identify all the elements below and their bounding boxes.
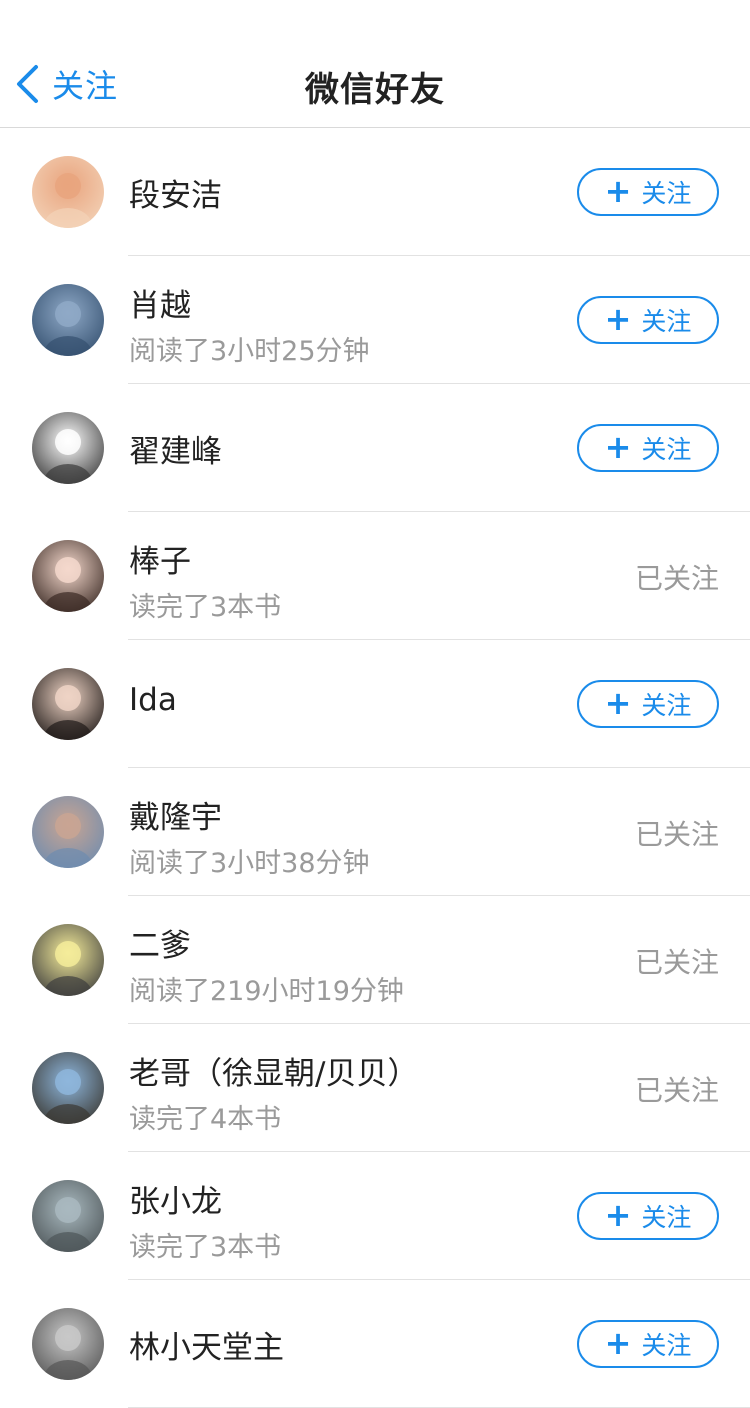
- nav-bar: 关注 微信好友: [0, 0, 750, 128]
- follow-button[interactable]: + 关注: [577, 680, 719, 728]
- follow-button-label: 关注: [641, 1331, 692, 1360]
- plus-icon: +: [604, 1195, 632, 1234]
- friend-name: 张小龙: [129, 1184, 222, 1220]
- follow-button[interactable]: + 关注: [577, 1320, 719, 1368]
- friend-row[interactable]: 棒子读完了3本书 已关注: [0, 512, 750, 640]
- avatar[interactable]: [32, 1180, 104, 1252]
- friend-row[interactable]: 肖越阅读了3小时25分钟 + 关注: [0, 256, 750, 384]
- avatar[interactable]: [32, 1052, 104, 1124]
- followed-status: 已关注: [634, 562, 719, 595]
- friend-row[interactable]: 张小龙读完了3本书 + 关注: [0, 1152, 750, 1280]
- friend-name: 棒子: [129, 544, 191, 580]
- friend-list: 段安洁 + 关注 肖越 阅读了3小时25分钟 + 关注 翟建峰 + 关注 棒子 读完了3本书 已关注 Id…: [0, 128, 750, 1408]
- plus-icon: +: [604, 1323, 632, 1362]
- friend-name: 二爹: [129, 928, 191, 964]
- friend-name: 肖越: [129, 288, 191, 324]
- friend-row[interactable]: 翟建峰 + 关注: [0, 384, 750, 512]
- friend-name: 翟建峰: [129, 434, 222, 470]
- friend-name: 老哥（徐显朝/贝贝）: [129, 1056, 419, 1092]
- friend-name: 段安洁: [129, 178, 222, 214]
- avatar[interactable]: [32, 156, 104, 228]
- follow-button[interactable]: + 关注: [577, 424, 719, 472]
- friend-row[interactable]: 老哥（徐显朝/贝贝） 读完了4本书 已关注: [0, 1024, 750, 1152]
- follow-button[interactable]: + 关注: [577, 168, 719, 216]
- avatar[interactable]: [32, 796, 104, 868]
- avatar[interactable]: [32, 412, 104, 484]
- followed-status: 已关注: [634, 946, 719, 979]
- friend-name: Ida: [129, 682, 177, 718]
- reading-stats: 阅读了3小时25分钟: [129, 336, 370, 367]
- avatar[interactable]: [32, 668, 104, 740]
- follow-button-label: 关注: [641, 435, 692, 464]
- follow-button-label: 关注: [641, 179, 692, 208]
- reading-stats: 阅读了3小时38分钟: [129, 848, 370, 879]
- follow-button-label: 关注: [641, 307, 692, 336]
- plus-icon: +: [604, 683, 632, 722]
- friend-name: 戴隆宇: [129, 800, 222, 836]
- reading-stats: 读完了3本书: [129, 592, 282, 623]
- avatar[interactable]: [32, 540, 104, 612]
- reading-stats: 阅读了219小时19分钟: [129, 976, 404, 1007]
- friend-row[interactable]: 林小天堂主 + 关注: [0, 1280, 750, 1408]
- followed-status: 已关注: [634, 1074, 719, 1107]
- plus-icon: +: [604, 427, 632, 466]
- friend-row[interactable]: 二爹阅读了219小时19分钟 已关注: [0, 896, 750, 1024]
- avatar[interactable]: [32, 284, 104, 356]
- avatar[interactable]: [32, 924, 104, 996]
- follow-button-label: 关注: [641, 691, 692, 720]
- reading-stats: 读完了4本书: [129, 1104, 282, 1135]
- friend-row[interactable]: 段安洁 + 关注: [0, 128, 750, 256]
- avatar[interactable]: [32, 1308, 104, 1380]
- follow-button[interactable]: + 关注: [577, 1192, 719, 1240]
- followed-status: 已关注: [634, 818, 719, 851]
- plus-icon: +: [604, 299, 632, 338]
- plus-icon: +: [604, 171, 632, 210]
- page-title: 微信好友: [305, 70, 445, 110]
- follow-button[interactable]: + 关注: [577, 296, 719, 344]
- friend-row[interactable]: Ida + 关注: [0, 640, 750, 768]
- follow-button-label: 关注: [641, 1203, 692, 1232]
- reading-stats: 读完了3本书: [129, 1232, 282, 1263]
- friend-name: 林小天堂主: [129, 1330, 284, 1366]
- friend-row[interactable]: 戴隆宇阅读了3小时38分钟 已关注: [0, 768, 750, 896]
